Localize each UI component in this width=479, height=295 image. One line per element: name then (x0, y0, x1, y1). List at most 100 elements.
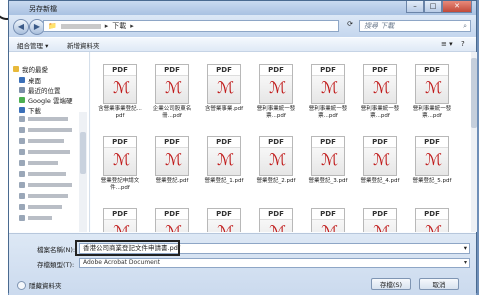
pdf-label: PDF (104, 209, 136, 220)
title-bar: 另存新檔 – □ ✕ (9, 1, 476, 15)
folder-icon (19, 215, 25, 221)
new-folder-button[interactable]: 新增資料夾 (67, 40, 100, 50)
maximize-button[interactable]: □ (424, 1, 442, 13)
acrobat-icon: ℳ (113, 222, 131, 233)
acrobat-icon: ℳ (269, 78, 287, 97)
acrobat-icon: ℳ (217, 222, 235, 233)
file-item[interactable]: PDF ℳ 營利事業統一發票...pdf (305, 64, 351, 119)
file-item[interactable]: PDF ℳ 營業登記.pdf (149, 136, 195, 185)
file-name: 含營業事業.pdf (204, 106, 244, 112)
nav-item-google-drive[interactable]: Google 雲端硬 (19, 95, 73, 105)
file-item-partial[interactable]: PDF ℳ (357, 208, 403, 232)
file-item-partial[interactable]: PDF ℳ (305, 208, 351, 232)
acrobat-icon: ℳ (165, 150, 183, 169)
help-icon[interactable]: ? (461, 40, 465, 48)
file-item[interactable]: PDF ℳ 企業公司股東名冊...pdf (149, 64, 195, 119)
file-item[interactable]: PDF ℳ 營業登記_1.pdf (201, 136, 247, 185)
nav-item-blurred[interactable] (19, 116, 68, 122)
folder-icon (19, 171, 25, 177)
pdf-file-icon: PDF ℳ (207, 64, 241, 104)
folder-icon (19, 138, 25, 144)
back-button[interactable]: ◀ (13, 19, 29, 35)
pdf-label: PDF (156, 65, 188, 76)
pdf-file-icon: PDF ℳ (415, 64, 449, 104)
chevron-down-icon[interactable]: ▾ (464, 259, 467, 267)
file-item[interactable]: PDF ℳ 含營業事業.pdf (201, 64, 247, 113)
nav-item-blurred[interactable] (19, 193, 68, 199)
desktop-icon (19, 77, 25, 83)
nav-item-blurred[interactable] (19, 204, 62, 210)
file-item[interactable]: PDF ℳ 營利事業統一發票...pdf (357, 64, 403, 119)
file-list-scroll-thumb[interactable] (471, 58, 477, 128)
address-segment-blurred (60, 23, 101, 29)
pdf-label: PDF (260, 65, 292, 76)
nav-scroll-thumb[interactable] (80, 132, 86, 174)
nav-item-blurred[interactable] (19, 215, 52, 221)
file-item[interactable]: PDF ℳ 營業登記_5.pdf (409, 136, 455, 185)
pdf-label: PDF (364, 65, 396, 76)
address-bar[interactable]: 📁 ▸ 下載 ▸ (43, 20, 339, 32)
nav-item-blurred[interactable] (19, 149, 70, 155)
nav-item-blurred[interactable] (19, 171, 66, 177)
nav-item-blurred[interactable] (19, 138, 64, 144)
file-name: 營利事業統一發票...pdf (308, 106, 348, 119)
file-item[interactable]: PDF ℳ 含營業事業登記...pdf (97, 64, 143, 119)
file-name: 營利事業統一發票...pdf (412, 106, 452, 119)
hide-folders-toggle[interactable]: 隱藏資料夾 (17, 280, 62, 290)
file-item[interactable]: PDF ℳ 營利事業統一發票...pdf (409, 64, 455, 119)
window-title: 另存新檔 (29, 5, 57, 13)
nav-item-blurred[interactable] (19, 127, 72, 133)
file-list-scrollbar[interactable] (471, 52, 477, 232)
acrobat-icon: ℳ (425, 150, 443, 169)
cancel-button[interactable]: 取消 (419, 278, 459, 290)
pdf-label: PDF (104, 65, 136, 76)
pdf-file-icon: PDF ℳ (103, 64, 137, 104)
folder-icon (19, 182, 25, 188)
filetype-select[interactable]: Adobe Acrobat Document ▾ (79, 258, 470, 268)
file-item[interactable]: PDF ℳ 營業登記申請文件...pdf (97, 136, 143, 191)
address-segment-downloads[interactable]: 下載 (112, 21, 126, 31)
nav-scrollbar[interactable] (79, 112, 87, 232)
nav-item-blurred[interactable] (19, 182, 72, 188)
file-name: 營業登記_2.pdf (256, 178, 296, 184)
view-options-icon[interactable]: ≡ ▾ (441, 40, 453, 48)
file-item[interactable]: PDF ℳ 營業登記_4.pdf (357, 136, 403, 185)
pdf-label: PDF (260, 209, 292, 220)
file-item-partial[interactable]: PDF ℳ (201, 208, 247, 232)
pdf-label: PDF (208, 65, 240, 76)
nav-favorites[interactable]: 我的最愛 (13, 64, 48, 74)
star-icon (13, 66, 19, 72)
acrobat-icon: ℳ (269, 222, 287, 233)
pdf-file-icon: PDF ℳ (207, 136, 241, 176)
navigation-pane: 我的最愛 桌面 最近的位置 Google 雲端硬 下載 (9, 52, 90, 232)
organize-menu[interactable]: 組合管理 ▾ (17, 40, 48, 50)
file-item-partial[interactable]: PDF ℳ (409, 208, 455, 232)
pdf-file-icon: PDF ℳ (311, 208, 345, 232)
nav-item-recent[interactable]: 最近的位置 (19, 85, 61, 95)
nav-item-blurred[interactable] (19, 160, 58, 166)
pdf-label: PDF (364, 137, 396, 148)
acrobat-icon: ℳ (113, 78, 131, 97)
pdf-file-icon: PDF ℳ (415, 208, 449, 232)
acrobat-icon: ℳ (217, 150, 235, 169)
file-item[interactable]: PDF ℳ 營業登記_2.pdf (253, 136, 299, 185)
close-button[interactable]: ✕ (442, 1, 472, 13)
file-item[interactable]: PDF ℳ 營業登記_3.pdf (305, 136, 351, 185)
nav-item-desktop[interactable]: 桌面 (19, 75, 41, 85)
nav-item-downloads[interactable]: 下載 (19, 105, 41, 115)
file-name: 營利事業統一發票...pdf (360, 106, 400, 119)
search-input[interactable]: 搜尋 下載 ⌕ (359, 20, 471, 32)
folder-icon (19, 160, 25, 166)
pdf-label: PDF (208, 137, 240, 148)
file-item[interactable]: PDF ℳ 營利事業統一發票...pdf (253, 64, 299, 119)
pdf-label: PDF (156, 137, 188, 148)
minimize-button[interactable]: – (406, 1, 424, 13)
file-item-partial[interactable]: PDF ℳ (253, 208, 299, 232)
pdf-file-icon: PDF ℳ (103, 208, 137, 232)
chevron-down-icon[interactable]: ▾ (464, 244, 467, 253)
filetype-label: 存檔類型(T): (37, 261, 75, 269)
file-item-partial[interactable]: PDF ℳ (149, 208, 195, 232)
refresh-icon[interactable]: ⟳ (344, 20, 356, 32)
file-item-partial[interactable]: PDF ℳ (97, 208, 143, 232)
save-button[interactable]: 存檔(S) (371, 278, 411, 290)
